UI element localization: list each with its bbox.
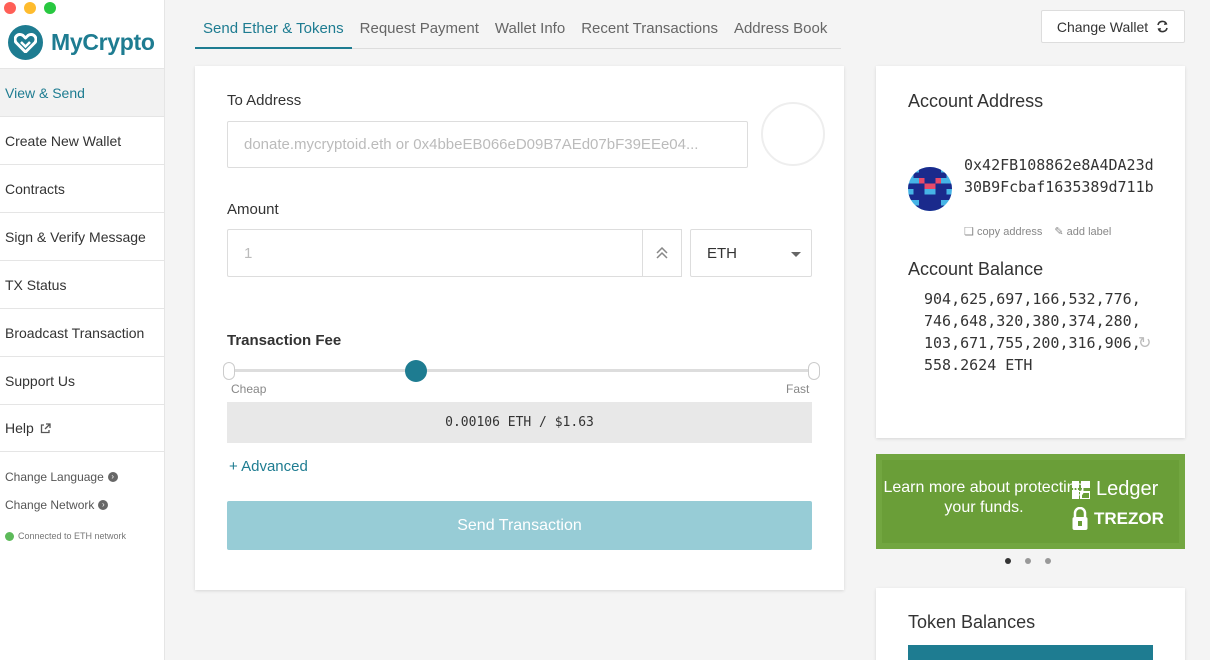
change-wallet-button[interactable]: Change Wallet <box>1041 10 1185 43</box>
ledger-logo: Ledger <box>1072 478 1158 501</box>
send-form-card: To Address donate.mycryptoid.eth or 0x4b… <box>195 66 844 590</box>
app-logo[interactable]: MyCrypto <box>8 24 155 60</box>
status-dot-icon <box>5 531 14 541</box>
sidebar-item-support-us[interactable]: Support Us <box>0 356 164 404</box>
address-actions: ❏ copy address ✎ add label <box>964 225 1111 238</box>
send-everything-button[interactable] <box>642 229 682 277</box>
refresh-icon <box>1157 20 1168 33</box>
change-language-label: Change Language <box>5 470 104 484</box>
tab-recent-transactions[interactable]: Recent Transactions <box>573 12 726 49</box>
change-wallet-label: Change Wallet <box>1056 18 1149 35</box>
arrow-right-circle-icon: › <box>98 500 109 510</box>
tab-address-book[interactable]: Address Book <box>726 12 835 49</box>
send-transaction-label: Send Transaction <box>457 516 582 534</box>
sidebar-item-sign-verify[interactable]: Sign & Verify Message <box>0 212 164 260</box>
currency-value: ETH <box>707 244 737 262</box>
fee-slider-max-handle <box>808 362 820 380</box>
main-tabs: Send Ether & Tokens Request Payment Wall… <box>195 12 841 49</box>
tab-request-payment[interactable]: Request Payment <box>352 12 487 49</box>
close-window-button[interactable] <box>4 2 16 14</box>
fee-value: 0.00106 ETH / $1.63 <box>445 415 594 430</box>
connection-status: Connected to ETH network <box>5 531 126 541</box>
change-network-link[interactable]: Change Network › <box>5 498 109 512</box>
account-address-title: Account Address <box>908 91 1044 111</box>
arrow-right-circle-icon: › <box>107 472 118 482</box>
minimize-window-button[interactable] <box>24 2 36 14</box>
sidebar: MyCrypto View & Send Create New Wallet C… <box>0 0 165 660</box>
ledger-brand-text: Ledger <box>1096 478 1159 500</box>
refresh-balance-icon[interactable]: ↻ <box>1138 333 1151 353</box>
fee-fast-label: Fast <box>786 382 810 396</box>
to-address-placeholder: donate.mycryptoid.eth or 0x4bbeEB066eD09… <box>244 136 699 153</box>
advanced-toggle[interactable]: + Advanced <box>229 458 308 475</box>
account-balance-value: 904,625,697,166,532,776,746,648,320,380,… <box>924 290 1141 374</box>
tab-send-ether-tokens[interactable]: Send Ether & Tokens <box>195 12 352 49</box>
change-network-label: Change Network <box>5 498 95 512</box>
mycrypto-logo-icon <box>8 24 43 60</box>
send-transaction-button[interactable]: Send Transaction <box>227 501 812 550</box>
trezor-lock-icon <box>1072 507 1088 530</box>
zoom-window-button[interactable] <box>44 2 56 14</box>
sidebar-item-broadcast-transaction[interactable]: Broadcast Transaction <box>0 308 164 356</box>
fee-slider-thumb[interactable] <box>405 360 428 382</box>
add-label-button[interactable]: ✎ add label <box>1054 225 1111 238</box>
sidebar-item-label: Contracts <box>5 180 65 197</box>
pencil-icon: ✎ <box>1054 226 1064 238</box>
add-label-text: add label <box>1066 226 1112 238</box>
double-chevron-up-icon <box>656 247 668 259</box>
currency-select[interactable]: ETH <box>690 229 812 277</box>
sidebar-nav: View & Send Create New Wallet Contracts … <box>0 68 164 452</box>
external-link-icon <box>40 422 51 433</box>
account-address-value: 0x42FB108862e8A4DA23d30B9Fcbaf1635389d71… <box>964 156 1154 196</box>
transaction-fee-label: Transaction Fee <box>227 332 342 349</box>
fee-slider-track[interactable] <box>228 369 816 372</box>
tab-wallet-info[interactable]: Wallet Info <box>487 12 573 49</box>
amount-label: Amount <box>227 201 279 218</box>
account-identicon <box>908 167 952 211</box>
promo-text: Learn more about protecting your funds. <box>883 479 1085 516</box>
sidebar-item-contracts[interactable]: Contracts <box>0 164 164 212</box>
token-balances-card: Token Balances <box>876 588 1185 660</box>
carousel-dot[interactable] <box>1025 558 1031 564</box>
connection-status-text: Connected to ETH network <box>18 531 127 541</box>
copy-address-label: copy address <box>976 226 1043 238</box>
address-identicon-placeholder <box>761 102 825 166</box>
account-info-card: Account Address 0x42FB108862e8A4DA23d30B… <box>876 66 1185 438</box>
to-address-label: To Address <box>227 92 302 109</box>
hardware-wallet-promo[interactable]: Learn more about protecting your funds. … <box>876 454 1185 549</box>
fee-slider-min-handle <box>223 362 235 380</box>
fee-summary: 0.00106 ETH / $1.63 <box>227 402 812 443</box>
copy-address-button[interactable]: ❏ copy address <box>964 225 1042 238</box>
fee-cheap-label: Cheap <box>231 382 267 396</box>
sidebar-item-create-new-wallet[interactable]: Create New Wallet <box>0 116 164 164</box>
sidebar-item-label: Help <box>5 420 34 436</box>
sidebar-item-label: Create New Wallet <box>5 132 122 149</box>
token-balances-button[interactable] <box>908 645 1153 660</box>
copy-icon: ❏ <box>964 226 974 238</box>
account-balance-title: Account Balance <box>908 259 1044 279</box>
token-balances-title: Token Balances <box>908 612 1036 632</box>
app-name: MyCrypto <box>51 28 155 55</box>
promo-banner: Learn more about protecting your funds. … <box>882 460 1179 543</box>
trezor-brand-text: TREZOR <box>1094 509 1164 528</box>
carousel-dots <box>1005 558 1051 564</box>
carousel-dot[interactable] <box>1005 558 1011 564</box>
carousel-dot[interactable] <box>1045 558 1051 564</box>
change-language-link[interactable]: Change Language › <box>5 470 118 484</box>
sidebar-item-label: Broadcast Transaction <box>5 324 145 341</box>
sidebar-item-label: Support Us <box>5 372 76 389</box>
window-controls <box>4 2 56 14</box>
sidebar-item-help[interactable]: Help <box>0 404 164 452</box>
caret-down-icon <box>791 252 801 257</box>
sidebar-item-tx-status[interactable]: TX Status <box>0 260 164 308</box>
sidebar-item-view-send[interactable]: View & Send <box>0 68 164 116</box>
amount-input[interactable]: 1 <box>227 229 682 277</box>
trezor-logo: TREZOR <box>1072 507 1164 531</box>
sidebar-item-label: Sign & Verify Message <box>5 228 146 245</box>
amount-placeholder: 1 <box>244 244 253 262</box>
sidebar-item-label: View & Send <box>5 84 85 101</box>
sidebar-item-label: TX Status <box>5 276 67 293</box>
ledger-icon <box>1072 480 1090 499</box>
to-address-input[interactable]: donate.mycryptoid.eth or 0x4bbeEB066eD09… <box>227 121 748 168</box>
